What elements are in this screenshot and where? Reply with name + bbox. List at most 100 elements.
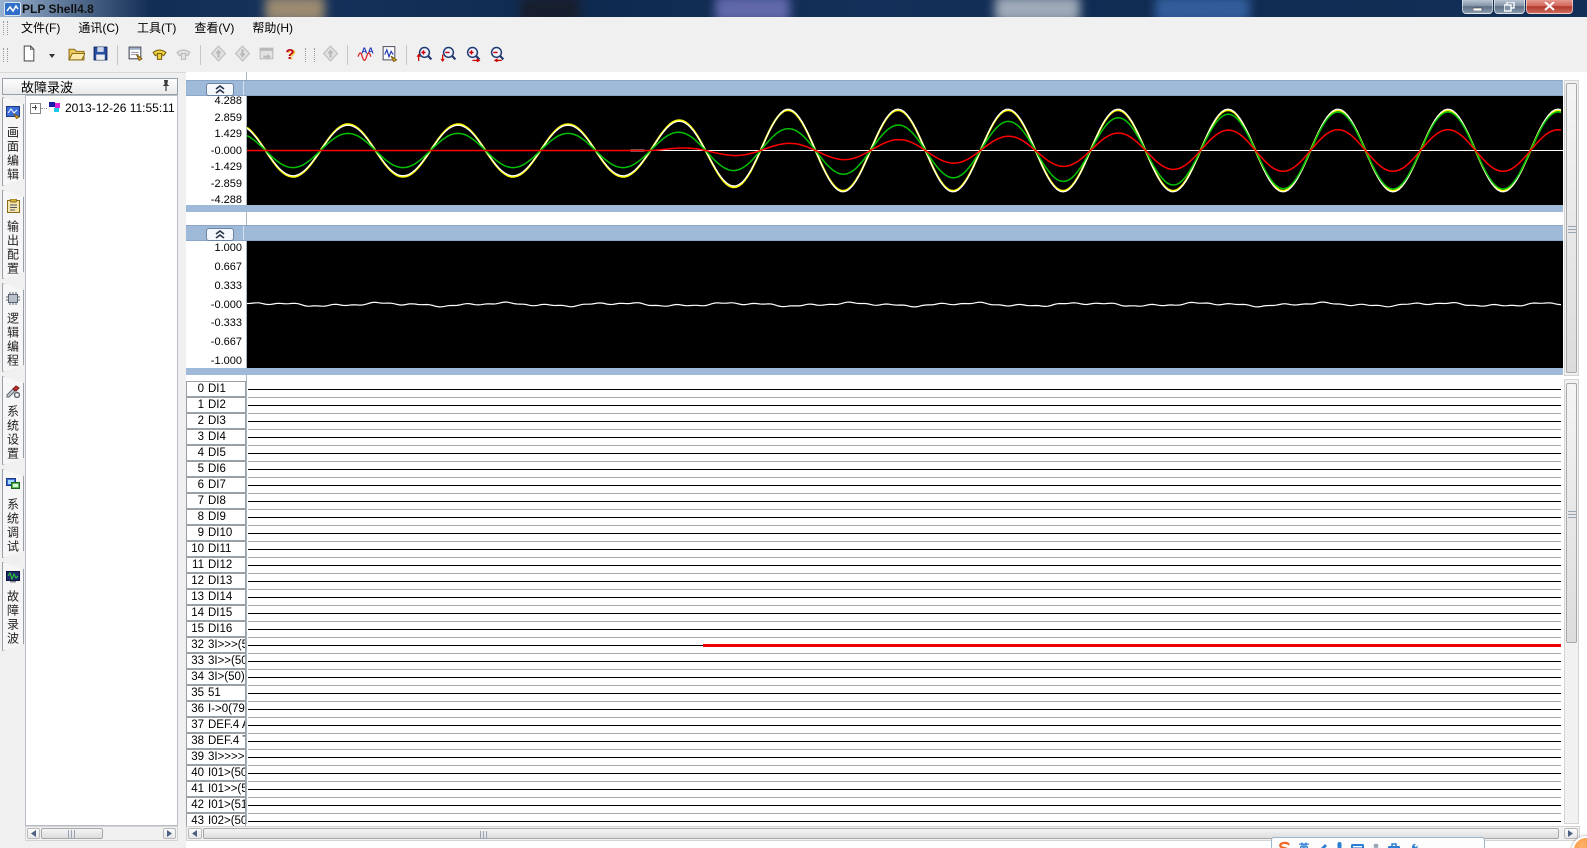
channel-row-label-0[interactable]: 0DI1 — [186, 381, 246, 397]
tree-hscrollbar[interactable] — [25, 826, 178, 841]
tree-hscroll-left-button[interactable] — [27, 828, 40, 839]
channel-row-label-36[interactable]: 36I->0(79) — [186, 701, 246, 717]
series-voltage — [247, 302, 1561, 307]
channel-trace-low — [248, 389, 1561, 390]
zoom-out-vertical-button[interactable] — [437, 44, 459, 66]
main-hscroll-left-button[interactable] — [188, 828, 202, 839]
channel-row-label-35[interactable]: 3551 — [186, 685, 246, 701]
wrench-icon[interactable] — [1407, 843, 1418, 848]
channel-row-label-5[interactable]: 5DI6 — [186, 461, 246, 477]
save-button[interactable] — [89, 44, 111, 66]
new-file-button[interactable] — [17, 44, 39, 66]
channel-row-label-6[interactable]: 6DI7 — [186, 477, 246, 493]
channel-row-label-1[interactable]: 1DI2 — [186, 397, 246, 413]
sync-button — [319, 44, 341, 66]
channel-row-separator — [248, 813, 1561, 814]
tree-hscroll-thumb[interactable] — [41, 828, 103, 839]
minimize-button[interactable] — [1462, 0, 1493, 14]
keyboard-icon[interactable] — [1351, 844, 1364, 848]
channel-row-label-8[interactable]: 8DI9 — [186, 509, 246, 525]
menu-item-2[interactable]: 工具(T) — [128, 17, 185, 38]
menu-item-4[interactable]: 帮助(H) — [243, 17, 302, 38]
channel-row-label-34[interactable]: 343I>(50) — [186, 669, 246, 685]
sidebar-tab-1[interactable]: 画面编辑 — [2, 97, 24, 186]
channel-row-label-38[interactable]: 38DEF.4 T — [186, 733, 246, 749]
dial-connect-button[interactable] — [148, 44, 170, 66]
menu-item-0[interactable]: 文件(F) — [12, 17, 69, 38]
channel-row-label-41[interactable]: 41I01>>(5 — [186, 781, 246, 797]
channel-row-label-42[interactable]: 42I01>(51 — [186, 797, 246, 813]
ime-mode-label[interactable]: 英 — [1299, 840, 1310, 848]
charts-vscrollbar[interactable] — [1564, 80, 1579, 376]
channel-row-label-7[interactable]: 7DI8 — [186, 493, 246, 509]
channel-row-label-12[interactable]: 12DI13 — [186, 573, 246, 589]
zoom-in-horizontal-button[interactable] — [461, 44, 483, 66]
ime-toolbar[interactable]: 英 — [1271, 837, 1485, 848]
channel-row-label-9[interactable]: 9DI10 — [186, 525, 246, 541]
desktop-blur-patch — [265, 0, 325, 17]
new-document-icon — [20, 45, 37, 65]
person-icon[interactable] — [1371, 843, 1381, 848]
collapse-chevron-button[interactable] — [206, 228, 234, 241]
channel-row-label-3[interactable]: 3DI4 — [186, 429, 246, 445]
tree-hscroll-right-button[interactable] — [163, 828, 176, 839]
digital-vscroll-thumb[interactable] — [1566, 383, 1577, 643]
digital-vscrollbar[interactable] — [1564, 379, 1579, 824]
channel-row-separator — [248, 781, 1561, 782]
channel-row-separator — [248, 445, 1561, 446]
tree-expand-button[interactable] — [30, 103, 41, 114]
waveform-config-button[interactable] — [378, 44, 400, 66]
channel-row-label-40[interactable]: 40I01>(50 — [186, 765, 246, 781]
channel-row-label-11[interactable]: 11DI12 — [186, 557, 246, 573]
sidebar-tab-6[interactable]: 故障录波 — [2, 562, 24, 651]
channel-row-label-10[interactable]: 10DI11 — [186, 541, 246, 557]
channel-row-label-2[interactable]: 2DI3 — [186, 413, 246, 429]
toolbar-grip[interactable] — [3, 48, 8, 62]
record-timestamp: 2013-12-26 11:55:11 — [65, 101, 175, 115]
channel-row-label-39[interactable]: 393I>>>> — [186, 749, 246, 765]
close-button[interactable] — [1526, 0, 1573, 14]
sidebar-tab-3[interactable]: 逻辑编程 — [2, 283, 24, 372]
channel-trace-low — [248, 421, 1561, 422]
channel-trace-low — [248, 565, 1561, 566]
chart-U-plot[interactable] — [247, 241, 1563, 368]
channel-row-label-4[interactable]: 4DI5 — [186, 445, 246, 461]
zoom-in-vertical-button[interactable] — [413, 44, 435, 66]
pen-icon[interactable] — [1317, 843, 1328, 848]
channel-row-label-15[interactable]: 15DI16 — [186, 621, 246, 637]
toolbox-icon[interactable] — [1388, 843, 1400, 848]
channel-row-label-32[interactable]: 323I>>>(5 — [186, 637, 246, 653]
channel-row-label-37[interactable]: 37DEF.4 A — [186, 717, 246, 733]
charts-vscroll-thumb[interactable] — [1566, 83, 1577, 373]
sidebar-tab-4[interactable]: 系统设置 — [2, 376, 24, 465]
pin-icon[interactable] — [161, 79, 171, 95]
fault-record-icon — [6, 571, 20, 586]
channel-name: DI8 — [208, 495, 226, 507]
waveform-analysis-button[interactable]: AA — [354, 44, 376, 66]
chart-I-plot[interactable] — [247, 96, 1563, 205]
channel-row-label-33[interactable]: 333I>>(50 — [186, 653, 246, 669]
channel-row-separator — [248, 797, 1561, 798]
help-button[interactable]: ?? — [279, 44, 301, 66]
sogou-logo-icon[interactable] — [1277, 841, 1291, 848]
channel-trace-low — [248, 485, 1561, 486]
channel-row-label-14[interactable]: 14DI15 — [186, 605, 246, 621]
main-hscroll-right-button[interactable] — [1564, 828, 1578, 839]
properties-button[interactable] — [124, 44, 146, 66]
open-file-button[interactable] — [65, 44, 87, 66]
diamond-down-arrow-icon — [234, 45, 251, 65]
channel-name: DI3 — [208, 415, 226, 427]
menu-item-3[interactable]: 查看(V) — [185, 17, 243, 38]
menu-item-1[interactable]: 通讯(C) — [69, 17, 128, 38]
channel-number: 41 — [187, 783, 204, 795]
tree-item-record[interactable]: 2013-12-26 11:55:11 — [26, 100, 177, 116]
mic-icon[interactable] — [1335, 842, 1344, 848]
sidebar-tab-2[interactable]: 输出配置 — [2, 190, 24, 279]
channel-trace-low — [248, 757, 1561, 758]
new-file-dropdown[interactable] — [41, 44, 63, 66]
restore-button[interactable] — [1494, 0, 1525, 14]
sidebar-tab-5[interactable]: 系统调试 — [2, 469, 24, 558]
zoom-out-horizontal-button[interactable] — [485, 44, 507, 66]
channel-row-label-13[interactable]: 13DI14 — [186, 589, 246, 605]
toolbar-grip[interactable] — [3, 21, 8, 35]
